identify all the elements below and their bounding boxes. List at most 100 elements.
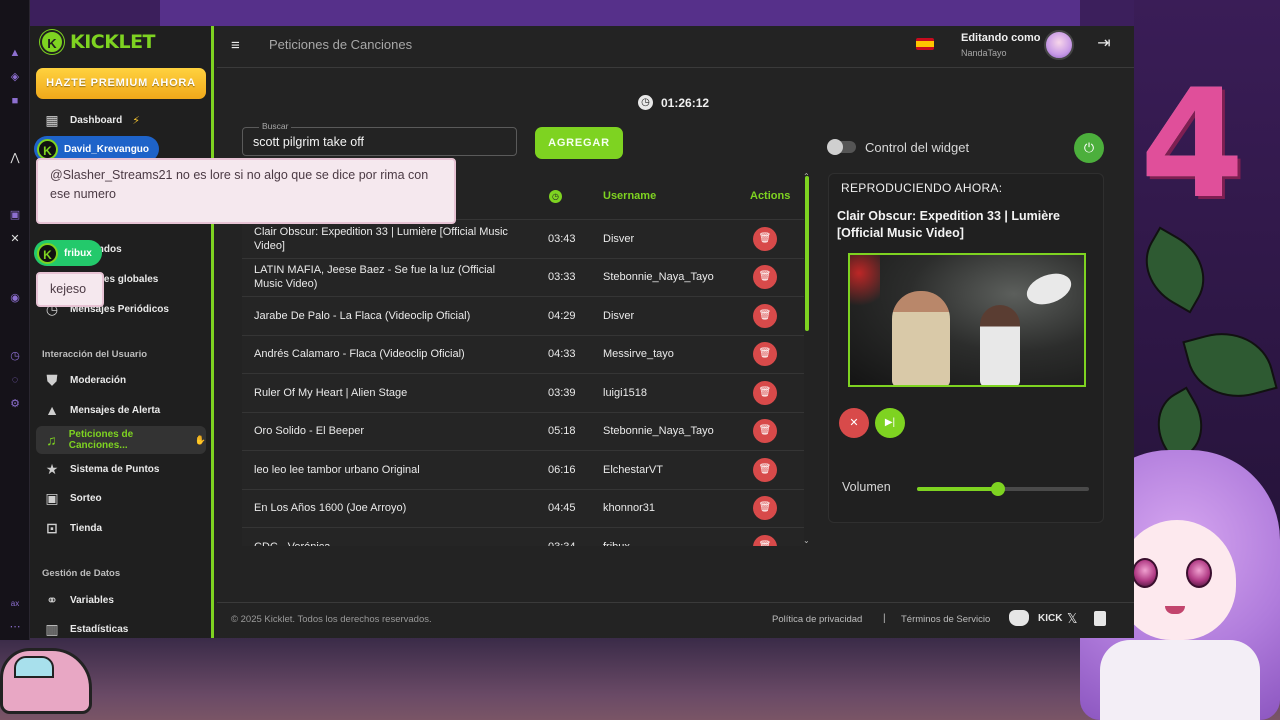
sidebar-item-estadisticas[interactable]: ▥ Estadísticas [36,615,206,638]
widget-control-label: Control del widget [865,140,970,155]
twitch-icon[interactable]: ▣ [8,208,22,222]
singer-figure [980,305,1020,385]
table-row: Ruler Of My Heart | Alien Stage 03:39 luig… [242,373,804,412]
sidebar-item-dashboard[interactable]: ▦ Dashboard ⚡ [36,106,206,134]
avatar[interactable] [1044,30,1074,60]
song-title: Jarabe De Palo - La Flaca (Videoclip Ofi… [254,309,471,322]
strip-icon-2[interactable]: ◈ [8,70,22,84]
terms-link[interactable]: Términos de Servicio [901,614,990,625]
document-icon[interactable] [1094,611,1106,626]
actions-header: Actions [750,190,791,202]
add-button[interactable]: AGREGAR [535,127,623,159]
sidebar-item-label: Dashboard [70,114,123,126]
strip-icon-6[interactable]: ◷ [8,349,22,363]
song-duration: 04:33 [548,348,576,361]
now-playing-title: Clair Obscur: Expedition 33 | Lumière [O… [837,209,1060,240]
strip-icon-5[interactable]: ◉ [8,291,22,305]
premium-button[interactable]: HAZTE PREMIUM AHORA [36,68,206,99]
song-requests-table: ◷ Username Actions Clair Obscur: Expedit… [242,176,804,546]
kicklet-logo[interactable]: K KICKLET [40,30,156,54]
volume-thumb[interactable] [990,482,1005,496]
strip-icon-3[interactable]: ■ [8,94,22,108]
privacy-link[interactable]: Política de privacidad [772,614,862,625]
stage-light [850,255,880,315]
scroll-down-icon[interactable]: ⌄ [803,536,810,545]
sidebar-item-label: Sistema de Puntos [70,463,160,475]
discord-icon[interactable] [1009,610,1029,626]
delete-button[interactable]: 🗑 [753,457,777,482]
delete-button[interactable]: 🗑 [753,534,777,546]
stop-button[interactable]: ✕ [839,408,869,438]
volume-slider[interactable] [917,482,1089,496]
table-row: CDC - Verónica 03:34 fribux 🗑 [242,527,804,546]
search-input[interactable] [253,133,508,151]
song-title: Clair Obscur: Expedition 33 | Lumière [O… [254,225,508,252]
delete-button[interactable]: 🗑 [753,342,777,367]
logo-badge-icon: K [40,30,64,54]
strip-icon-7[interactable]: ◌ [8,373,22,387]
song-duration: 04:45 [548,502,576,515]
shield-icon: ⛊ [46,372,58,388]
delete-button[interactable]: 🗑 [753,303,777,328]
kick-link[interactable]: KICK [1038,613,1062,624]
song-title: LATIN MAFIA, Jeese Baez - Se fue la luz … [254,264,496,291]
table-row: Oro Solido - El Beeper 05:18 Stebonnie_Nay… [242,411,804,450]
trash-icon: 🗑 [758,232,772,244]
song-duration: 05:18 [548,425,576,438]
strip-icon-4[interactable]: ⋀ [8,151,22,165]
section-user-interaction: Interacción del Usuario [42,349,148,360]
trash-icon: 🗑 [758,271,772,283]
song-duration: 03:43 [548,232,576,245]
video-player[interactable] [848,253,1086,387]
settings-icon[interactable]: ⚙ [8,397,22,411]
delete-button[interactable]: 🗑 [753,496,777,521]
delete-button[interactable]: 🗑 [753,226,777,251]
power-icon: ⏻ [1083,140,1095,155]
logout-icon[interactable]: ⇥ [1094,34,1114,54]
sidebar-item-label: Peticiones de Canciones... [68,429,134,451]
table-row: Jarabe De Palo - La Flaca (Videoclip Ofi… [242,296,804,335]
sidebar-item-label: Sorteo [70,492,102,504]
skip-button[interactable]: ▶| [875,408,905,438]
table-scrollbar[interactable] [805,176,809,331]
song-duration: 06:16 [548,463,576,476]
requester-username: fribux [603,541,630,546]
lamp-figure [1022,267,1076,311]
sidebar-item-peticiones[interactable]: ♫ Peticiones de Canciones... ✋ [36,426,206,454]
close-icon: ✕ [849,417,859,429]
chat-message: @Slasher_Streams21 no es lore si no algo… [36,158,456,224]
song-title: En Los Años 1600 (Joe Arroyo) [254,502,407,515]
vtuber-left-eye [1132,558,1158,588]
power-button[interactable]: ⏻ [1074,133,1104,163]
x-icon[interactable]: ✕ [8,232,22,246]
table-row: LATIN MAFIA, Jeese Baez - Se fue la luz … [242,257,804,296]
sidebar-item-alertas[interactable]: ▲ Mensajes de Alerta [36,396,206,424]
requester-username: Disver [603,232,635,245]
x-icon[interactable]: 𝕏 [1067,611,1077,627]
more-icon[interactable]: ⋯ [8,620,22,634]
backdrop-top [0,0,1280,26]
delete-button[interactable]: 🗑 [753,380,777,405]
search-legend: Buscar [259,121,292,131]
delete-button[interactable]: 🗑 [753,265,777,290]
song-duration: 04:29 [548,309,576,322]
song-duration: 03:39 [548,386,576,399]
sidebar-item-tienda[interactable]: ⊡ Tienda [36,514,206,542]
sidebar-item-variables[interactable]: ⚭ Variables [36,586,206,614]
delete-button[interactable]: 🗑 [753,419,777,444]
vtuber-right-eye [1186,558,1212,588]
star-icon: ★ [45,461,59,477]
menu-toggle-icon[interactable]: ≡ [231,38,247,54]
sidebar-item-sorteo[interactable]: ▣ Sorteo [36,484,206,512]
song-duration: 03:33 [548,271,576,284]
search-field[interactable]: Buscar [242,121,517,156]
spain-flag-icon[interactable] [916,38,934,50]
music-icon: ♫ [46,432,57,448]
widget-toggle[interactable] [827,139,856,155]
sidebar-item-puntos[interactable]: ★ Sistema de Puntos [36,455,206,483]
requester-username: khonnor31 [603,502,655,515]
sidebar-item-moderacion[interactable]: ⛊ Moderación [36,366,206,394]
song-title: Ruler Of My Heart | Alien Stage [254,386,408,399]
strip-icon-1[interactable]: ▲ [8,46,22,60]
editing-username: NandaTayo [961,48,1007,58]
